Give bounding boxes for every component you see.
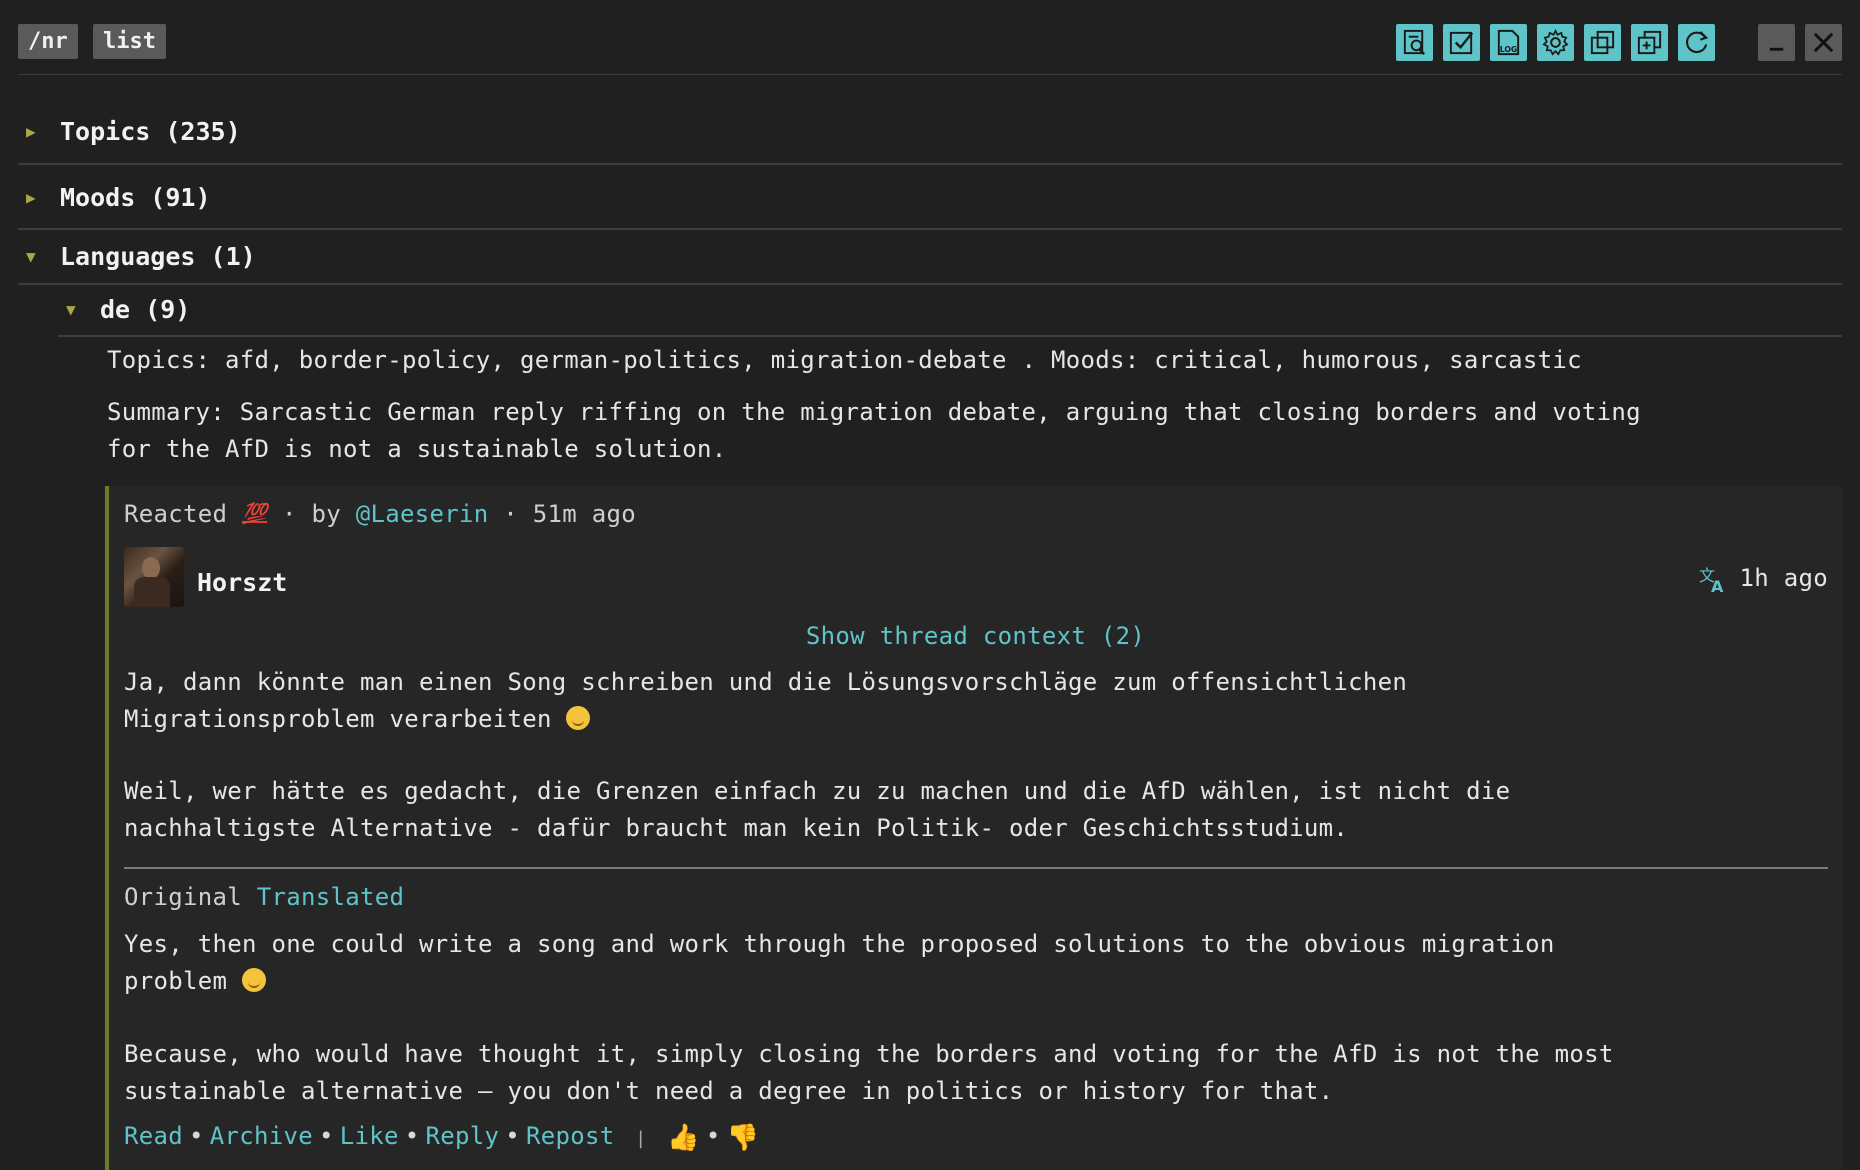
original-p1-line2-wrap: Migrationsproblem verarbeiten [124,701,1510,738]
read-link[interactable]: Read [124,1122,183,1150]
original-p1-line2: Migrationsproblem verarbeiten [124,705,552,733]
check-button[interactable] [1443,24,1480,61]
refresh-icon [1686,31,1709,54]
separator: | [635,1128,647,1149]
topics-section: ▶ Topics (235) [18,75,1842,165]
original-p1-line1: Ja, dann könnte man einen Song schreiben… [124,668,1408,696]
top-bar: /nr list LOG [18,0,1842,75]
moods-toggle[interactable]: ▶ Moods (91) [18,177,1842,217]
show-thread-context-link[interactable]: Show thread context (2) [109,618,1842,655]
svg-text:A: A [1711,577,1724,594]
reacted-time: · 51m ago [503,500,636,528]
language-de-toggle[interactable]: ▼ de (9) [58,289,1842,329]
expanded-triangle-icon: ▼ [66,299,76,319]
original-p2-line1: Weil, wer hätte es gedacht, die Grenzen … [124,777,1511,805]
topics-title: Topics (235) [60,116,241,146]
reacted-line: Reacted 💯 · by @Laeserin · 51m ago [124,495,636,533]
tab-translated[interactable]: Translated [257,883,405,911]
gear-icon [1542,28,1569,56]
duplicate-button[interactable] [1584,24,1621,61]
translated-text: Yes, then one could write a song and wor… [124,926,1614,1110]
original-text: Ja, dann könnte man einen Song schreiben… [124,664,1510,847]
tab-original[interactable]: Original [124,883,242,911]
add-window-icon [1637,30,1662,55]
group-summary-line2: for the AfD is not a sustainable solutio… [107,435,727,463]
close-icon [1813,32,1834,53]
languages-toggle[interactable]: ▼ Languages (1) [18,236,1842,276]
reacted-label: Reacted [124,500,228,528]
svg-text:LOG: LOG [1500,45,1518,54]
reacted-by: · by [281,500,341,528]
collapsed-triangle-icon: ▶ [26,187,36,207]
log-icon: LOG [1497,29,1520,56]
avatar[interactable] [124,547,184,607]
winking-face-icon [242,968,266,992]
refresh-button[interactable] [1678,24,1715,61]
moods-title: Moods (91) [60,182,211,212]
hundred-points-icon: 💯 [242,501,268,525]
group-meta: Topics: afd, border-policy, german-polit… [107,346,1582,374]
settings-button[interactable] [1537,24,1574,61]
winking-face-icon [566,706,591,730]
languages-section: ▼ Languages (1) [18,230,1842,285]
copy-icon [1590,30,1615,55]
author-name[interactable]: Horszt [197,568,287,597]
thumbs-down-icon[interactable]: 👎 [727,1120,760,1157]
command-chip-list[interactable]: list [93,24,166,59]
translated-p1-line1: Yes, then one could write a song and wor… [124,930,1555,958]
languages-title: Languages (1) [60,241,256,271]
divider [124,867,1828,869]
group-summary-line1: Summary: Sarcastic German reply riffing … [107,398,1641,426]
close-button[interactable] [1805,24,1842,61]
language-de-title: de (9) [100,294,191,324]
original-p2-line2: nachhaltigste Alternative - dafür brauch… [124,814,1349,842]
translated-p2-line2: sustainable alternative — you don't need… [124,1077,1334,1105]
repost-link[interactable]: Repost [526,1122,615,1150]
expanded-triangle-icon: ▼ [26,246,36,266]
translated-p1-line2-wrap: problem [124,963,1614,1000]
log-button[interactable]: LOG [1490,24,1527,61]
moods-section: ▶ Moods (91) [18,165,1842,230]
reactor-link[interactable]: @Laeserin [356,500,489,528]
search-doc-button[interactable] [1396,24,1433,61]
minimize-button[interactable] [1758,24,1795,61]
thumbs-up-icon[interactable]: 👍 [667,1120,700,1157]
post-actions: Read • Archive • Like • Reply • Repost | 👍 • 👎 [124,1118,759,1157]
archive-link[interactable]: Archive [210,1122,313,1150]
reply-link[interactable]: Reply [426,1122,500,1150]
new-window-button[interactable] [1631,24,1668,61]
checkbox-icon [1449,31,1474,55]
translated-p1-line2: problem [124,967,228,995]
language-group-de: ▼ de (9) [58,285,1842,337]
translate-icon[interactable]: 文 A [1698,564,1728,594]
post-time: 1h ago [1739,564,1828,592]
translated-p2-line1: Because, who would have thought it, simp… [124,1040,1614,1068]
search-doc-icon [1403,29,1426,55]
collapsed-triangle-icon: ▶ [26,121,36,141]
post-header-right: 文 A 1h ago [1698,560,1829,597]
like-link[interactable]: Like [340,1122,399,1150]
topics-toggle[interactable]: ▶ Topics (235) [18,111,1842,151]
view-tabs: Original Translated [124,879,404,916]
minimize-icon [1769,47,1784,51]
command-chip-nr[interactable]: /nr [18,24,78,59]
